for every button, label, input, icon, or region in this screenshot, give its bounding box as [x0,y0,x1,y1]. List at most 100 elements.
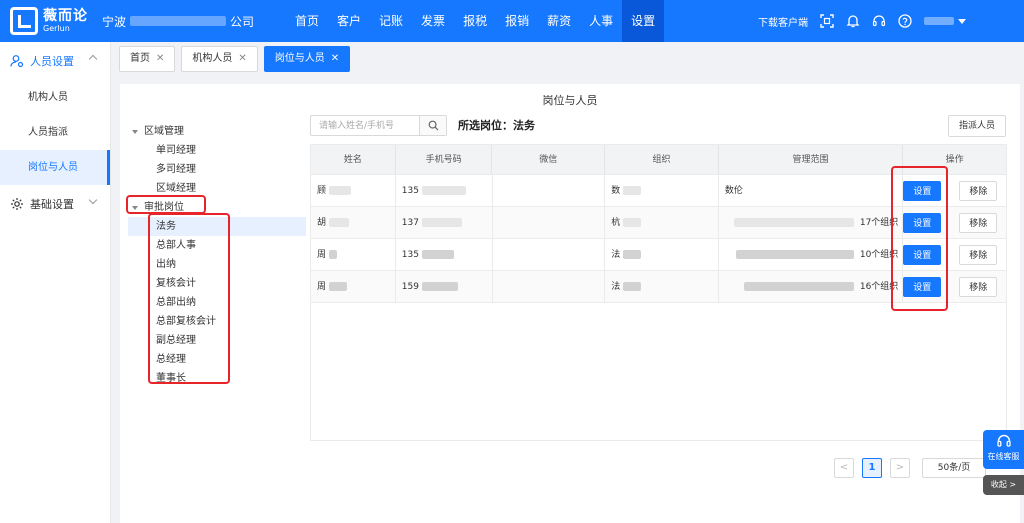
sidebar-item-staff-assign[interactable]: 人员指派 [0,115,110,150]
name-text: 顾 [317,186,327,196]
cell-wechat [493,271,606,302]
nav-tax[interactable]: 报税 [454,0,496,42]
company-name[interactable]: 宁波 公司 [102,13,282,30]
redacted [733,218,854,227]
nav-salary[interactable]: 薪资 [538,0,580,42]
chevron-up-icon [88,54,98,64]
assign-staff-button[interactable]: 指派人员 [948,115,1006,137]
nav-home[interactable]: 首页 [286,0,328,42]
org-text: 法 [611,250,621,260]
cell-scope: 10个组织 [719,239,904,270]
remove-button[interactable]: 移除 [959,180,998,201]
tree-item[interactable]: 单司经理 [120,141,306,160]
nav-customer[interactable]: 客户 [328,0,370,42]
phone-text: 135 [401,250,419,260]
name-text: 周 [317,250,327,260]
tab-org-staff[interactable]: 机构人员 ✕ [181,46,258,72]
top-bar: 薇而论 Gerlun 宁波 公司 首页 客户 记账 发票 报税 报销 薪资 人事… [0,0,1024,42]
top-right-tools: 下载客户端 [758,0,1024,42]
user-settings-icon [10,54,24,68]
sidebar-item-post-staff[interactable]: 岗位与人员 [0,150,110,185]
collapse-button[interactable]: 收起 > [983,475,1024,495]
redacted [329,282,348,291]
remove-button[interactable]: 移除 [959,212,998,233]
page-size-select[interactable]: 50条/页 [922,458,986,478]
headset-icon[interactable] [872,14,886,28]
cell-wechat [493,175,606,206]
highlight-box-set-buttons [891,166,948,311]
cell-org: 法 [605,271,719,302]
tab-post-staff[interactable]: 岗位与人员 ✕ [263,46,351,72]
caret-down-icon[interactable] [132,129,138,134]
search-input[interactable] [311,116,419,135]
sidebar: 人员设置 机构人员 人员指派 岗位与人员 基础设置 [0,42,111,523]
close-icon[interactable]: ✕ [156,47,164,71]
page-title: 岗位与人员 [542,94,598,107]
sidebar-item-org-staff[interactable]: 机构人员 [0,80,110,115]
nav-bookkeeping[interactable]: 记账 [370,0,412,42]
close-icon[interactable]: ✕ [238,47,246,71]
redacted [421,282,458,291]
search-icon[interactable] [419,116,446,135]
logo-english: Gerlun [43,24,70,33]
redacted [623,250,642,259]
tab-home[interactable]: 首页 ✕ [119,46,176,72]
company-suffix: 公司 [230,14,255,29]
sidebar-group-personnel[interactable]: 人员设置 [0,42,110,80]
logo-mark-icon [10,7,38,35]
sidebar-group-basic[interactable]: 基础设置 [0,185,110,223]
online-service-button[interactable]: 在线客服 [983,430,1024,469]
page-number-button[interactable]: 1 [862,458,882,478]
tab-label: 岗位与人员 [274,53,325,64]
user-name-redacted[interactable] [924,17,954,25]
help-icon[interactable] [898,14,912,28]
redacted [421,250,454,259]
cell-phone: 137 [396,207,493,238]
cell-phone: 159 [396,271,493,302]
online-service-label: 在线客服 [987,452,1020,461]
close-icon[interactable]: ✕ [331,47,339,71]
remove-button[interactable]: 移除 [959,276,998,297]
prev-page-button[interactable]: < [834,458,854,478]
cell-name: 周 [311,239,396,270]
logo-name: 薇而论 [43,8,88,24]
scan-icon[interactable] [820,14,834,28]
redacted [743,282,854,291]
redacted [735,250,854,259]
cell-phone: 135 [396,239,493,270]
redacted [623,186,642,195]
org-text: 杭 [611,218,621,228]
nav-invoice[interactable]: 发票 [412,0,454,42]
main-nav: 首页 客户 记账 发票 报税 报销 薪资 人事 设置 [286,0,665,42]
tab-label: 机构人员 [192,53,233,64]
cell-scope: 数伦 [719,175,904,206]
cell-name: 顾 [311,175,396,206]
tree-item[interactable]: 多司经理 [120,160,306,179]
headset-icon [983,433,1024,449]
cell-scope: 16个组织 [719,271,904,302]
tree-root-label: 区域管理 [144,126,184,137]
page-tabs: 首页 ✕ 机构人员 ✕ 岗位与人员 ✕ [111,42,1024,76]
redacted [421,186,466,195]
cell-name: 胡 [311,207,396,238]
nav-settings[interactable]: 设置 [622,0,665,42]
chevron-down-icon [88,195,98,205]
chevron-down-icon[interactable] [958,18,966,24]
logo[interactable]: 薇而论 Gerlun [10,7,88,35]
gear-icon [10,197,24,211]
nav-hr[interactable]: 人事 [580,0,622,42]
next-page-button[interactable]: > [890,458,910,478]
phone-text: 135 [401,186,419,196]
cell-wechat [493,207,606,238]
download-client-link[interactable]: 下载客户端 [758,14,808,29]
org-text: 数 [611,186,621,196]
nav-expense[interactable]: 报销 [496,0,538,42]
tree-root-region[interactable]: 区域管理 [120,122,306,141]
sidebar-group-label: 基础设置 [30,198,74,211]
company-prefix: 宁波 [102,14,127,29]
remove-button[interactable]: 移除 [959,244,998,265]
tab-label: 首页 [130,53,150,64]
bell-icon[interactable] [846,14,860,28]
org-text: 法 [611,282,621,292]
name-text: 胡 [317,218,327,228]
